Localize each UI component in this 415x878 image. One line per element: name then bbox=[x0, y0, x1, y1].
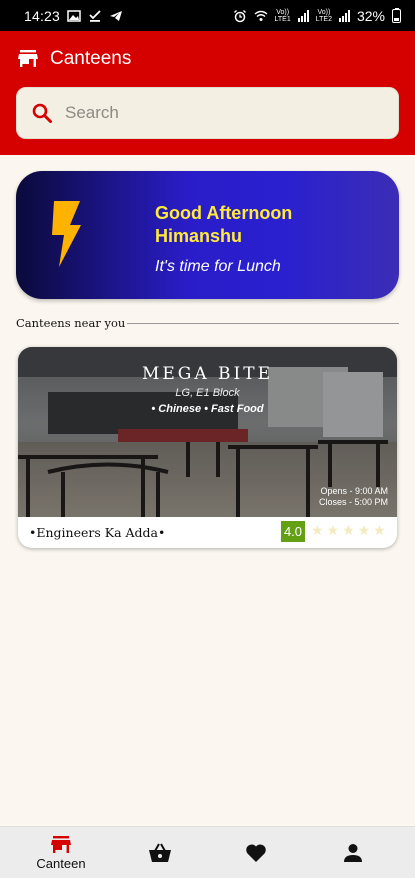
star-icon: ★ bbox=[357, 522, 371, 538]
greeting-line-2: Himanshu bbox=[155, 226, 243, 246]
section-header-nearby: Canteens near you bbox=[16, 314, 399, 332]
greeting-subtitle: It's time for Lunch bbox=[155, 258, 281, 275]
nav-item-canteen[interactable]: Canteen bbox=[28, 827, 94, 878]
download-done-icon bbox=[89, 9, 101, 22]
canteen-hours: Opens - 9:00 AM Closes - 5:00 PM bbox=[319, 486, 388, 508]
canteen-card-footer: •Engineers Ka Adda• 4.0 ★ ★ ★ ★ ★ bbox=[18, 517, 397, 548]
opening-time: Opens - 9:00 AM bbox=[320, 486, 388, 496]
heart-icon bbox=[246, 844, 266, 862]
bottom-navigation: Canteen bbox=[0, 826, 415, 878]
canteen-location: LG, E1 Block bbox=[175, 387, 240, 399]
battery-icon bbox=[392, 8, 401, 23]
greeting-banner: Good Afternoon Himanshu It's time for Lu… bbox=[16, 171, 399, 299]
signal-1-icon bbox=[297, 9, 309, 22]
closing-time: Closes - 5:00 PM bbox=[318, 497, 388, 507]
network-2-label: Vo)) LTE2 bbox=[316, 9, 332, 23]
search-input[interactable] bbox=[65, 103, 365, 123]
star-icon: ★ bbox=[326, 522, 340, 538]
canteen-card[interactable]: MEGA BITE LG, E1 Block • Chinese • Fast … bbox=[18, 347, 397, 548]
section-divider bbox=[127, 322, 399, 324]
store-icon bbox=[18, 50, 38, 67]
nav-item-basket[interactable] bbox=[138, 827, 182, 878]
status-time: 14:23 bbox=[24, 7, 61, 24]
section-label: Canteens near you bbox=[16, 316, 126, 330]
battery-percent: 32% bbox=[356, 7, 385, 24]
star-icon: ★ bbox=[311, 522, 324, 538]
greeting-text: Good Afternoon Himanshu bbox=[155, 202, 385, 248]
nav-item-profile[interactable] bbox=[331, 827, 375, 878]
nav-item-favorites[interactable] bbox=[234, 827, 278, 878]
star-icon: ★ bbox=[342, 522, 355, 538]
search-bar[interactable] bbox=[16, 87, 399, 139]
status-bar: 14:23 Vo)) LTE1 Vo)) LTE2 32% bbox=[0, 0, 415, 31]
network-1-text: Vo)) LTE1 bbox=[274, 8, 291, 23]
star-icon: ★ bbox=[373, 522, 386, 538]
store-icon bbox=[51, 835, 71, 853]
page-title: Canteens bbox=[50, 48, 132, 69]
canteen-owner: •Engineers Ka Adda• bbox=[29, 525, 166, 540]
rating-badge: 4.0 bbox=[281, 521, 305, 542]
basket-icon bbox=[149, 843, 171, 862]
search-icon bbox=[32, 103, 52, 123]
header-title-row: Canteens bbox=[18, 48, 131, 70]
signal-2-icon bbox=[338, 9, 350, 22]
lightning-bolt-icon bbox=[52, 201, 81, 267]
alarm-icon bbox=[233, 9, 246, 22]
canteen-tags: • Chinese • Fast Food bbox=[151, 403, 264, 415]
network-1-label: Vo)) LTE1 bbox=[275, 9, 291, 23]
gallery-icon bbox=[67, 9, 81, 22]
nav-label-canteen: Canteen bbox=[36, 855, 86, 871]
wifi-icon bbox=[254, 10, 267, 21]
app-header: Canteens bbox=[0, 31, 415, 155]
telegram-icon bbox=[110, 10, 123, 21]
person-icon bbox=[344, 844, 362, 862]
network-2-text: Vo)) LTE2 bbox=[315, 8, 332, 23]
canteen-name: MEGA BITE bbox=[141, 364, 274, 384]
greeting-line-1: Good Afternoon bbox=[155, 203, 293, 223]
star-rating: ★ ★ ★ ★ ★ bbox=[311, 522, 386, 539]
